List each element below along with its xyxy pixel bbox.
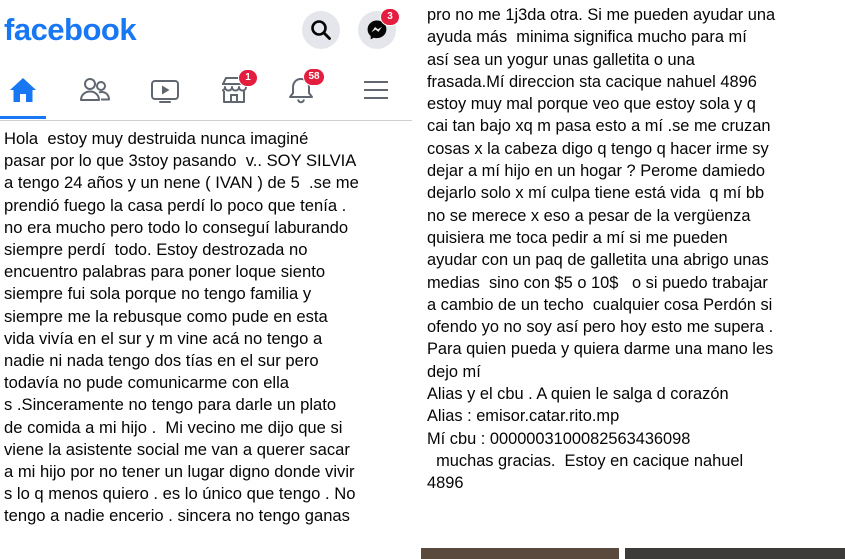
tab-menu[interactable] [346,64,406,116]
post-photo-2[interactable] [625,548,845,559]
tab-marketplace[interactable]: 1 [204,64,264,116]
nav-tabs: 1 58 [0,64,412,120]
marketplace-badge: 1 [238,69,258,87]
hamburger-menu-icon [364,81,388,99]
nav-divider [0,120,412,121]
tab-watch[interactable] [135,64,195,116]
messenger-button[interactable]: 3 [358,8,400,49]
panel-separator [412,0,421,559]
post-photo-1[interactable] [421,548,619,559]
tab-friends[interactable] [65,64,125,116]
tab-home[interactable] [0,64,53,116]
left-screenshot-panel: facebook 3 1 58 Hola estoy muy destruida… [0,0,412,559]
facebook-logo[interactable]: facebook [4,12,137,48]
home-icon [10,78,36,102]
friends-icon [80,78,110,101]
notifications-badge: 58 [303,68,325,86]
post-text-part-2: pro no me 1j3da otra. Si me pueden ayuda… [427,6,776,493]
search-icon [311,20,331,40]
right-screenshot-panel: pro no me 1j3da otra. Si me pueden ayuda… [421,0,845,559]
search-button[interactable] [302,11,340,49]
tab-notifications[interactable]: 58 [271,64,331,116]
active-tab-indicator [0,116,46,119]
watch-icon [151,80,179,103]
messenger-badge: 3 [380,8,400,26]
post-text-part-1: Hola estoy muy destruida nunca imaginé p… [4,129,359,526]
